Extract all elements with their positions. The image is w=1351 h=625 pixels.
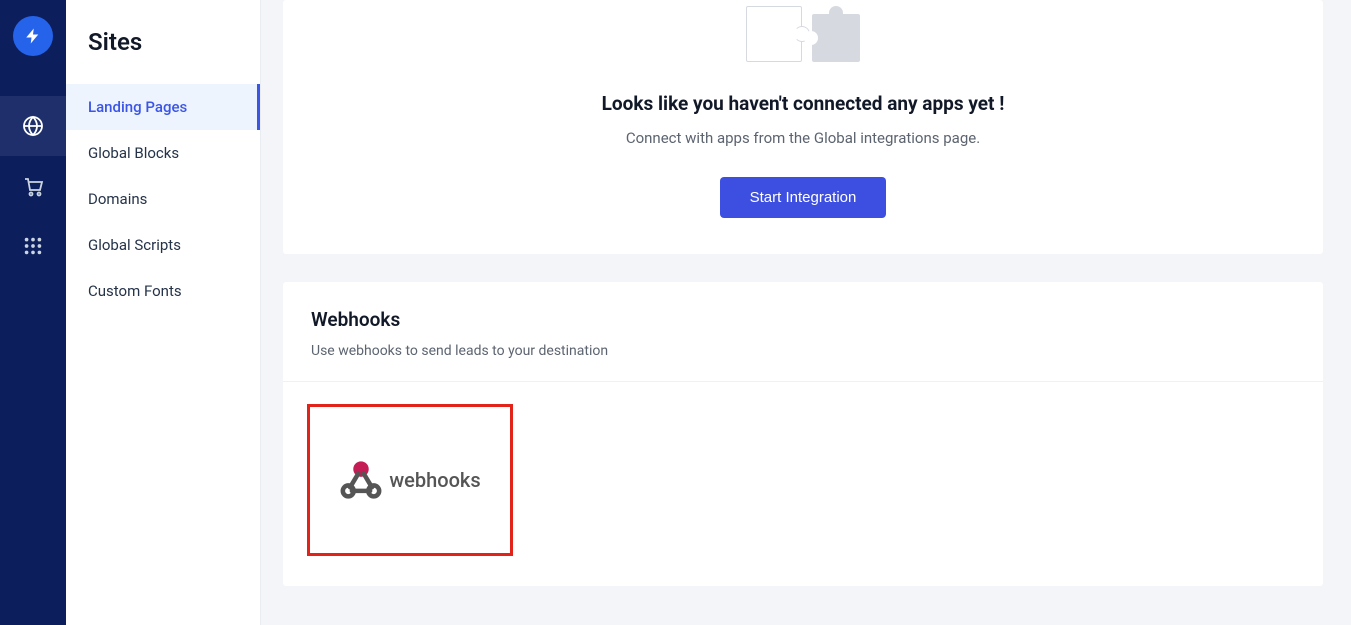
nav-rail-sites[interactable] xyxy=(0,96,66,156)
sidebar-item-label: Custom Fonts xyxy=(88,282,182,300)
webhooks-icon xyxy=(339,460,383,500)
empty-subtitle: Connect with apps from the Global integr… xyxy=(283,129,1323,147)
sidebar-item-landing-pages[interactable]: Landing Pages xyxy=(66,84,260,130)
sidebar-item-global-blocks[interactable]: Global Blocks xyxy=(66,130,260,176)
main-content: Looks like you haven't connected any app… xyxy=(261,0,1351,625)
webhooks-title: Webhooks xyxy=(311,308,1295,331)
sidebar-item-label: Global Blocks xyxy=(88,144,179,162)
sidebar-item-label: Domains xyxy=(88,190,147,208)
grid-icon xyxy=(22,235,44,257)
nav-rail-cart[interactable] xyxy=(0,156,66,216)
webhooks-subtitle: Use webhooks to send leads to your desti… xyxy=(311,343,1295,359)
cart-icon xyxy=(21,174,45,198)
sidebar: Sites Landing Pages Global Blocks Domain… xyxy=(66,0,261,625)
webhooks-tile[interactable]: webhooks xyxy=(307,404,513,556)
webhooks-logo: webhooks xyxy=(339,460,480,500)
integrations-empty-card: Looks like you haven't connected any app… xyxy=(283,0,1323,254)
sidebar-item-domains[interactable]: Domains xyxy=(66,176,260,222)
start-integration-button[interactable]: Start Integration xyxy=(720,177,887,218)
sidebar-title: Sites xyxy=(66,0,260,84)
sidebar-item-label: Landing Pages xyxy=(88,98,187,116)
puzzle-piece-icon xyxy=(746,6,802,62)
sidebar-item-global-scripts[interactable]: Global Scripts xyxy=(66,222,260,268)
nav-rail xyxy=(0,0,66,625)
globe-icon xyxy=(21,114,45,138)
webhooks-header: Webhooks Use webhooks to send leads to y… xyxy=(283,282,1323,382)
flash-icon xyxy=(24,27,42,45)
empty-title: Looks like you haven't connected any app… xyxy=(283,92,1323,115)
app-logo[interactable] xyxy=(13,16,53,56)
sidebar-item-label: Global Scripts xyxy=(88,236,181,254)
puzzle-piece-icon xyxy=(812,14,860,62)
webhooks-tile-label: webhooks xyxy=(389,468,480,492)
nav-rail-apps[interactable] xyxy=(0,216,66,276)
puzzle-illustration xyxy=(283,0,1323,62)
sidebar-item-custom-fonts[interactable]: Custom Fonts xyxy=(66,268,260,314)
webhooks-card: Webhooks Use webhooks to send leads to y… xyxy=(283,282,1323,586)
webhooks-body: webhooks xyxy=(283,382,1323,586)
